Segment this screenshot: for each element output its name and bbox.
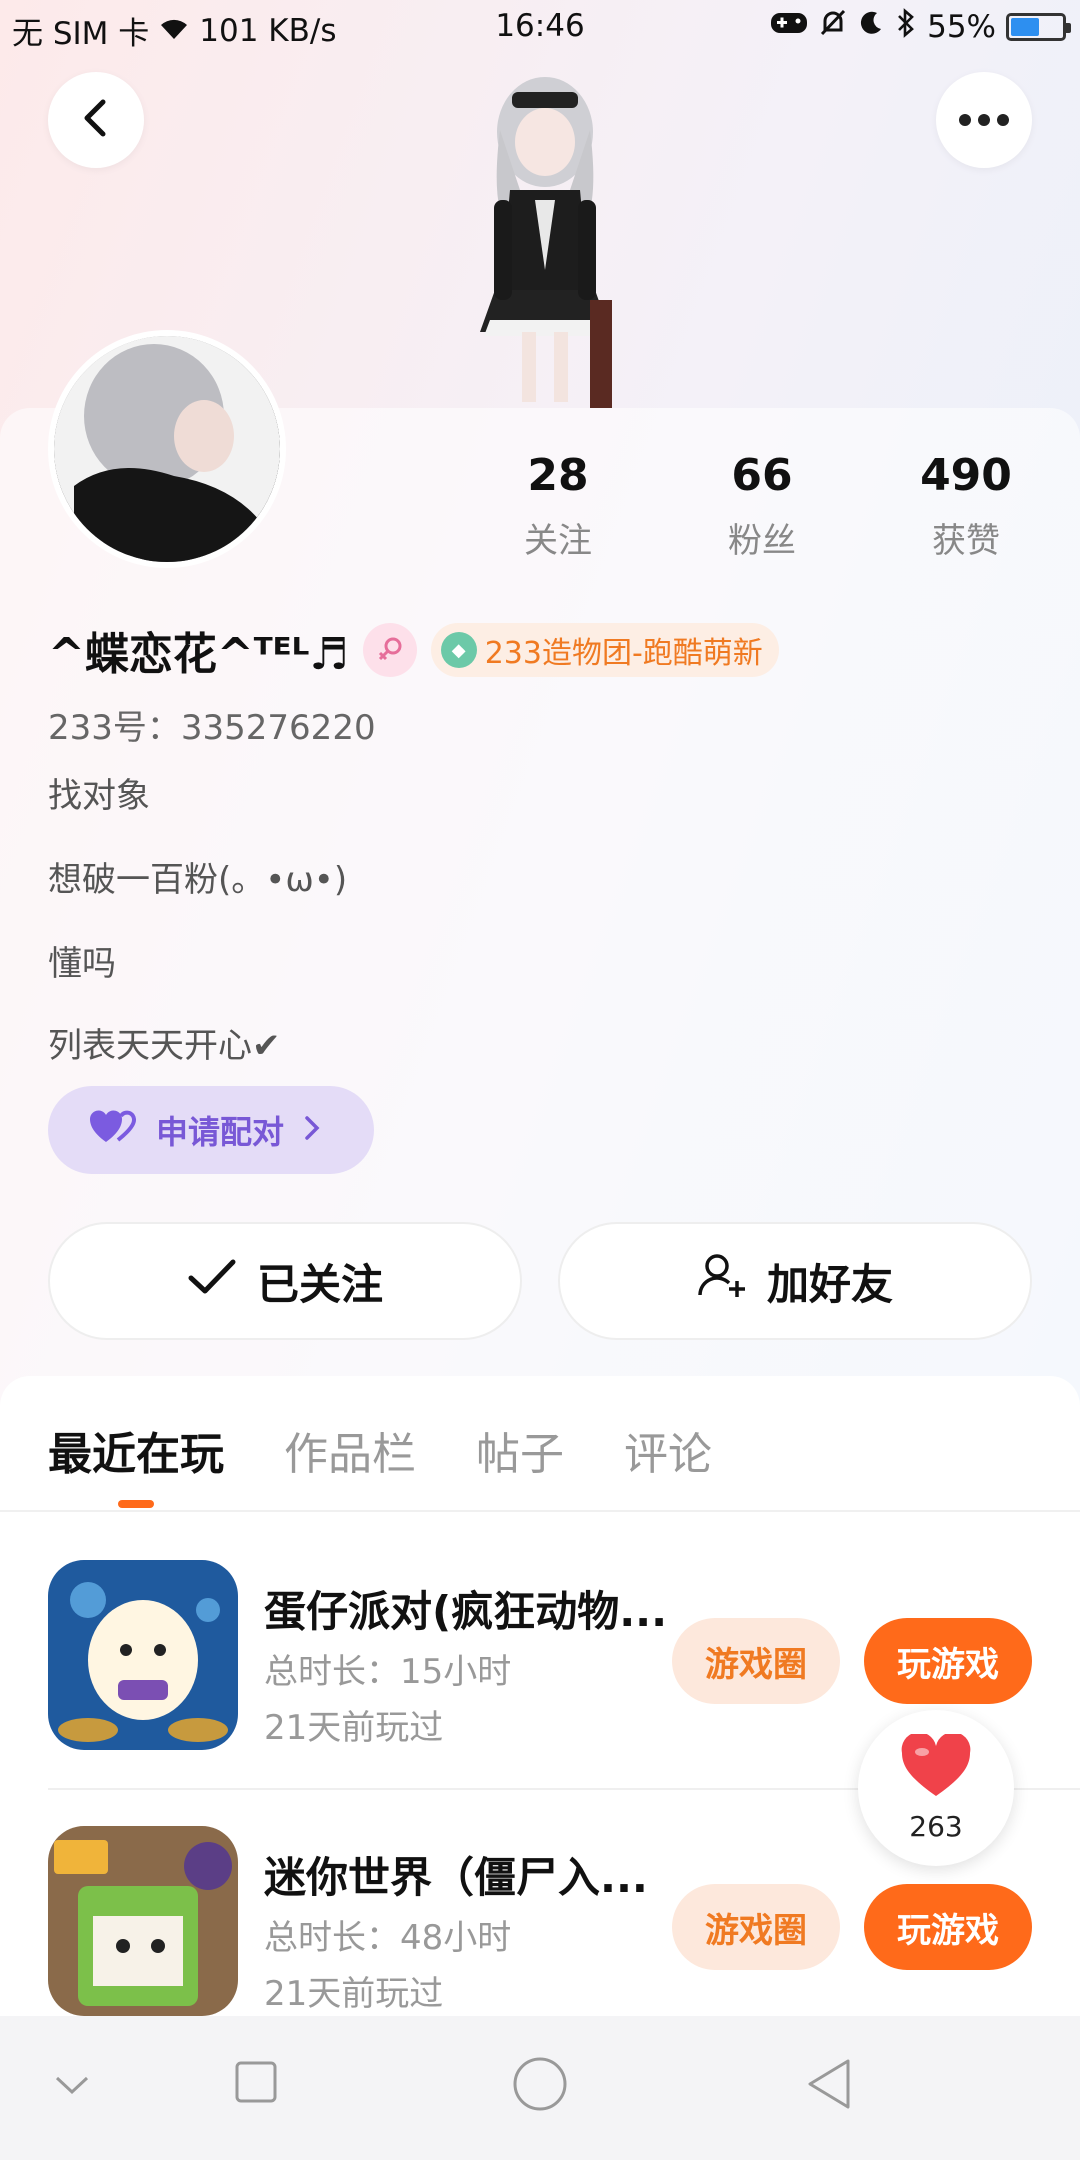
stat-following[interactable]: 28 关注 (478, 450, 638, 562)
game-icon-mini-world (48, 1826, 238, 2016)
battery-level (1011, 18, 1039, 36)
game-duration: 总时长：48小时 (264, 1918, 512, 1958)
followed-label: 已关注 (256, 1259, 383, 1309)
profile-avatar[interactable] (48, 330, 286, 568)
bio-line: 找对象 (48, 776, 150, 816)
chevron-down-icon[interactable] (54, 2074, 90, 2100)
avatar-image (54, 336, 280, 562)
active-tab-indicator (118, 1500, 154, 1508)
gamepad-icon (769, 9, 809, 45)
character-figure (440, 70, 650, 408)
game-circle-button[interactable]: 游戏圈 (672, 1884, 840, 1970)
add-user-icon (697, 1251, 747, 1311)
like-button[interactable]: 263 (858, 1710, 1014, 1866)
likes-label: 获赞 (932, 521, 1000, 561)
add-friend-button[interactable]: 加好友 (558, 1222, 1032, 1340)
battery-icon (1006, 13, 1071, 41)
user-id: 233号：335276220 (48, 708, 376, 748)
check-icon (187, 1257, 237, 1306)
bio-line: 懂吗 (48, 944, 116, 984)
likes-count: 490 (920, 450, 1012, 501)
game-title: 蛋仔派对(疯狂动物... (264, 1587, 668, 1636)
tab-posts[interactable]: 帖子 (476, 1418, 564, 1482)
divider (0, 1510, 1080, 1512)
following-count: 28 (527, 450, 589, 501)
tab-works[interactable]: 作品栏 (284, 1418, 416, 1482)
tab-comments[interactable]: 评论 (624, 1418, 712, 1482)
heart-pair-icon (88, 1108, 136, 1152)
name-row: ^蝶恋花^ᵀᴱᴸ♬ ◆ 233造物团-跑酷萌新 (48, 618, 779, 682)
apply-match-label: 申请配对 (156, 1113, 285, 1151)
game-last-played: 21天前玩过 (264, 1708, 444, 1748)
play-game-button[interactable]: 玩游戏 (864, 1884, 1032, 1970)
game-icon-eggy-party (48, 1560, 238, 1750)
team-badge[interactable]: ◆ 233造物团-跑酷萌新 (430, 623, 779, 677)
back-button[interactable] (48, 72, 144, 168)
apply-match-button[interactable]: 申请配对 (48, 1086, 374, 1174)
game-title: 迷你世界（僵尸入... (264, 1853, 648, 1902)
battery-percent: 55% (927, 9, 996, 45)
play-game-button[interactable]: 玩游戏 (864, 1618, 1032, 1704)
tab-recent-played[interactable]: 最近在玩 (48, 1418, 224, 1482)
more-options-button[interactable] (936, 72, 1032, 168)
bio-line: 列表天天开心✔ (48, 1026, 281, 1066)
moon-icon (857, 9, 885, 45)
stat-followers[interactable]: 66 粉丝 (682, 450, 842, 562)
chevron-right-icon (304, 1111, 320, 1149)
system-nav-bar (0, 2016, 1080, 2160)
followers-label: 粉丝 (728, 521, 796, 561)
game-last-played: 21天前玩过 (264, 1974, 444, 2014)
chevron-left-icon (79, 98, 113, 142)
game-duration: 总时长：15小时 (264, 1652, 512, 1692)
female-gender-icon (362, 623, 417, 677)
followed-button[interactable]: 已关注 (48, 1222, 522, 1340)
team-badge-icon: ◆ (440, 632, 477, 668)
bluetooth-icon (895, 8, 917, 46)
team-badge-label: 233造物团-跑酷萌新 (484, 636, 763, 671)
followers-count: 66 (731, 450, 793, 501)
like-count: 263 (909, 1809, 963, 1843)
heart-icon (900, 1731, 972, 1802)
status-bar: 无 SIM 卡 101 KB/s 16:46 55% (0, 0, 1080, 56)
stat-likes[interactable]: 490 获赞 (886, 450, 1046, 562)
game-circle-button[interactable]: 游戏圈 (672, 1618, 840, 1704)
more-dots-icon (959, 114, 1009, 126)
username: ^蝶恋花^ᵀᴱᴸ♬ (48, 629, 349, 680)
following-label: 关注 (524, 521, 592, 561)
mute-bell-icon (819, 8, 847, 46)
bio-line: 想破一百粉(。•ω•) (48, 860, 348, 900)
add-friend-label: 加好友 (766, 1259, 893, 1309)
back-triangle-icon[interactable] (804, 2056, 854, 2116)
recents-square-icon[interactable] (234, 2060, 278, 2108)
home-circle-icon[interactable] (512, 2056, 568, 2116)
